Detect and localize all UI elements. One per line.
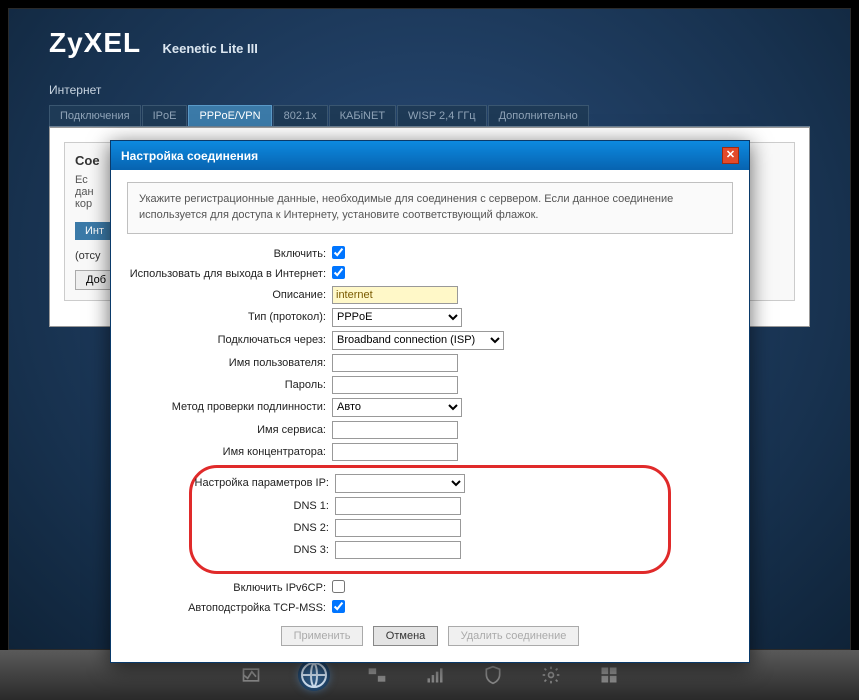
checkbox-enable[interactable]	[332, 246, 345, 259]
tab-wisp[interactable]: WISP 2,4 ГГц	[397, 105, 487, 126]
label-use-internet: Использовать для выхода в Интернет:	[127, 268, 332, 280]
apply-button[interactable]: Применить	[281, 626, 364, 646]
brand-logo: ZyXEL	[49, 27, 141, 59]
tab-8021x[interactable]: 802.1x	[273, 105, 328, 126]
modal-titlebar: Настройка соединения ✕	[111, 141, 749, 170]
breadcrumb: Интернет	[49, 83, 810, 97]
label-dns3: DNS 3:	[192, 544, 335, 556]
label-auth: Метод проверки подлинности:	[127, 401, 332, 413]
checkbox-ipv6cp[interactable]	[332, 580, 345, 593]
label-concentrator: Имя концентратора:	[127, 446, 332, 458]
model-name: Keenetic Lite III	[162, 41, 257, 56]
input-username[interactable]	[332, 354, 458, 372]
nav-status-icon[interactable]	[240, 665, 262, 685]
input-dns3[interactable]	[335, 541, 461, 559]
ip-settings-highlight: Настройка параметров IP: DNS 1: DNS 2: D…	[189, 465, 671, 574]
label-description: Описание:	[127, 289, 332, 301]
label-password: Пароль:	[127, 379, 332, 391]
nav-security-icon[interactable]	[482, 665, 504, 685]
label-connect-via: Подключаться через:	[127, 334, 332, 346]
label-protocol: Тип (протокол):	[127, 311, 332, 323]
tab-connections[interactable]: Подключения	[49, 105, 141, 126]
select-auth[interactable]: Авто	[332, 398, 462, 417]
nav-apps-icon[interactable]	[598, 665, 620, 685]
select-ip-config[interactable]	[335, 474, 465, 493]
input-dns1[interactable]	[335, 497, 461, 515]
tab-bar: Подключения IPoE PPPoE/VPN 802.1x КАБiNE…	[49, 105, 810, 127]
tab-kabinet[interactable]: КАБiNET	[329, 105, 396, 126]
label-tcpmss: Автоподстройка TCP-MSS:	[127, 602, 332, 614]
nav-internet-icon[interactable]	[298, 659, 330, 691]
connection-settings-modal: Настройка соединения ✕ Укажите регистрац…	[110, 140, 750, 663]
label-service: Имя сервиса:	[127, 424, 332, 436]
label-dns1: DNS 1:	[192, 500, 335, 512]
help-text: Укажите регистрационные данные, необходи…	[127, 182, 733, 234]
close-icon[interactable]: ✕	[722, 147, 739, 164]
label-dns2: DNS 2:	[192, 522, 335, 534]
checkbox-use-internet[interactable]	[332, 266, 345, 279]
modal-body: Укажите регистрационные данные, необходи…	[111, 170, 749, 662]
tab-pppoe-vpn[interactable]: PPPoE/VPN	[188, 105, 271, 126]
label-enable: Включить:	[127, 248, 332, 260]
select-connect-via[interactable]: Broadband connection (ISP)	[332, 331, 504, 350]
tab-additional[interactable]: Дополнительно	[488, 105, 589, 126]
tab-ipoe[interactable]: IPoE	[142, 105, 188, 126]
modal-title-text: Настройка соединения	[121, 149, 258, 163]
modal-actions: Применить Отмена Удалить соединение	[127, 626, 733, 646]
nav-wifi-icon[interactable]	[424, 665, 446, 685]
checkbox-tcpmss[interactable]	[332, 600, 345, 613]
int-subtab[interactable]: Инт	[75, 222, 114, 240]
input-dns2[interactable]	[335, 519, 461, 537]
nav-settings-icon[interactable]	[540, 665, 562, 685]
cancel-button[interactable]: Отмена	[373, 626, 438, 646]
delete-button[interactable]: Удалить соединение	[448, 626, 580, 646]
header: ZyXEL Keenetic Lite III	[9, 9, 850, 67]
input-password[interactable]	[332, 376, 458, 394]
input-concentrator[interactable]	[332, 443, 458, 461]
nav-lan-icon[interactable]	[366, 665, 388, 685]
label-ip-config: Настройка параметров IP:	[192, 477, 335, 489]
label-username: Имя пользователя:	[127, 357, 332, 369]
input-description[interactable]	[332, 286, 458, 304]
select-protocol[interactable]: PPPoE	[332, 308, 462, 327]
label-ipv6cp: Включить IPv6CP:	[127, 582, 332, 594]
input-service[interactable]	[332, 421, 458, 439]
